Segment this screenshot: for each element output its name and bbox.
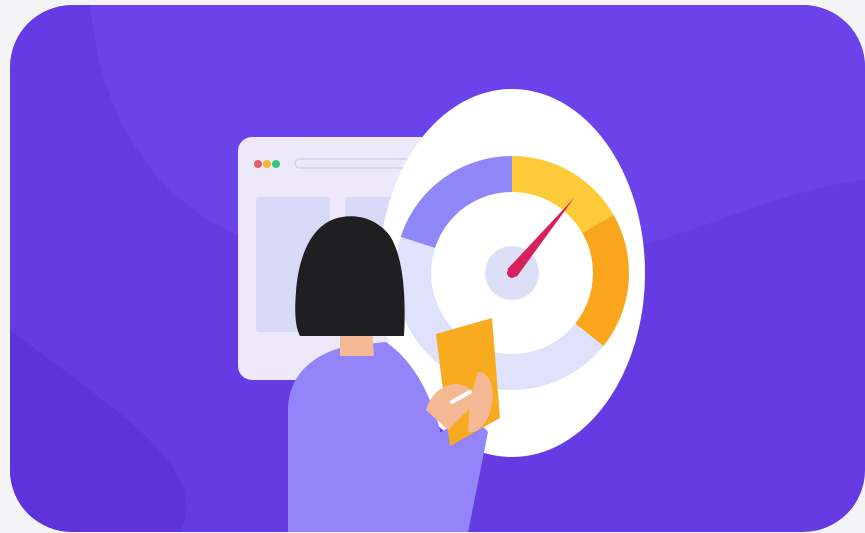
window-controls-icon — [254, 160, 280, 168]
performance-illustration — [0, 0, 865, 533]
illustration-frame — [0, 0, 865, 533]
minimize-dot-icon — [263, 160, 271, 168]
gauge-needle-cap — [507, 268, 517, 278]
hero-card — [10, 5, 865, 532]
maximize-dot-icon — [272, 160, 280, 168]
close-dot-icon — [254, 160, 262, 168]
